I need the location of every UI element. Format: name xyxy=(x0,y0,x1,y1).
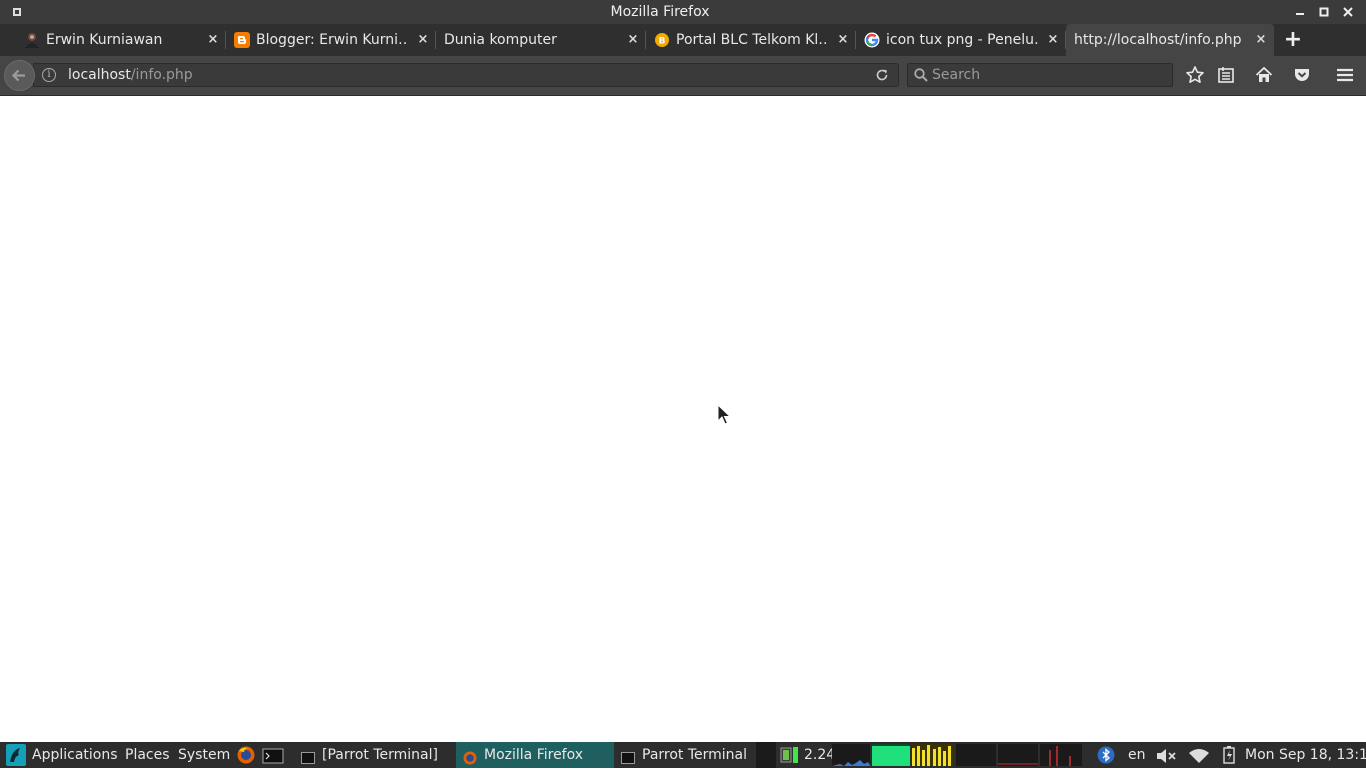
bottom-panel: Applications Places System [Parrot Termi… xyxy=(0,742,1366,768)
minimize-icon[interactable] xyxy=(1289,2,1311,22)
blogger-icon xyxy=(234,32,250,48)
terminal-icon xyxy=(301,748,315,764)
url-path: /info.php xyxy=(130,67,193,83)
menu-hamburger-icon[interactable] xyxy=(1335,65,1355,85)
close-tab-icon[interactable]: × xyxy=(416,32,430,48)
tab-label: Blogger: Erwin Kurni… xyxy=(256,32,406,48)
terminal-launcher-icon[interactable] xyxy=(262,747,284,764)
tab-label: Dunia komputer xyxy=(444,32,557,48)
tab-blogger[interactable]: Blogger: Erwin Kurni… × xyxy=(226,24,436,56)
taskbar-window-label: Parrot Terminal xyxy=(642,747,748,763)
tab-label: Erwin Kurniawan xyxy=(46,32,163,48)
taskbar-window-label: Mozilla Firefox xyxy=(484,747,584,763)
firefox-icon xyxy=(463,748,477,765)
tab-google-search[interactable]: icon tux png - Penelu… × xyxy=(856,24,1066,56)
network-graph xyxy=(912,744,954,766)
close-tab-icon[interactable]: × xyxy=(1046,32,1060,48)
close-window-icon[interactable] xyxy=(1337,2,1359,22)
tab-label: icon tux png - Penelu… xyxy=(886,32,1038,48)
maximize-icon[interactable] xyxy=(1313,2,1335,22)
taskbar-window-firefox[interactable]: Mozilla Firefox xyxy=(456,742,614,768)
back-button[interactable] xyxy=(4,60,35,91)
clock[interactable]: Mon Sep 18, 13:17 xyxy=(1245,742,1366,768)
places-menu[interactable]: Places xyxy=(125,742,170,768)
taskbar-window-label: [Parrot Terminal] xyxy=(322,747,438,763)
google-icon xyxy=(864,32,880,48)
firefox-launcher-icon[interactable] xyxy=(236,746,256,764)
page-content[interactable] xyxy=(0,96,1366,742)
close-tab-icon[interactable]: × xyxy=(1254,32,1268,48)
arrow-left-icon xyxy=(11,69,25,82)
parrot-logo-icon[interactable] xyxy=(4,742,28,768)
new-tab-button[interactable]: + xyxy=(1282,28,1304,52)
svg-text:B: B xyxy=(659,37,666,47)
tab-label: http://localhost/info.php xyxy=(1074,32,1242,48)
search-icon xyxy=(913,67,929,83)
pocket-icon[interactable] xyxy=(1292,65,1312,85)
load-graph xyxy=(998,744,1038,766)
battery-charging-icon[interactable] xyxy=(1222,746,1236,764)
keyboard-layout[interactable]: en xyxy=(1128,742,1146,768)
cpu-freq-icon xyxy=(780,746,800,764)
window-titlebar: Mozilla Firefox xyxy=(0,0,1366,24)
close-tab-icon[interactable]: × xyxy=(206,32,220,48)
cpu-frequency: 2.24 xyxy=(804,747,836,763)
tab-localhost-info[interactable]: http://localhost/info.php × xyxy=(1066,24,1274,56)
site-info-icon[interactable] xyxy=(42,68,56,82)
mouse-cursor-icon xyxy=(717,404,731,425)
search-input[interactable] xyxy=(932,66,1162,84)
memory-graph xyxy=(872,744,910,766)
close-tab-icon[interactable]: × xyxy=(836,32,850,48)
swap-graph xyxy=(956,744,996,766)
address-bar[interactable]: localhost/info.php xyxy=(33,63,899,87)
avatar-icon xyxy=(24,32,40,48)
bookmark-star-icon[interactable] xyxy=(1185,65,1205,85)
volume-muted-icon[interactable] xyxy=(1156,747,1178,763)
tab-dunia-komputer[interactable]: Dunia komputer × xyxy=(436,24,646,56)
system-menu[interactable]: System xyxy=(178,742,230,768)
tab-label: Portal BLC Telkom Kl… xyxy=(676,32,826,48)
disk-graph xyxy=(1040,744,1082,766)
home-icon[interactable] xyxy=(1254,65,1274,85)
terminal-icon xyxy=(621,748,635,764)
search-bar[interactable] xyxy=(907,63,1173,87)
reload-icon[interactable] xyxy=(874,67,890,83)
bluetooth-icon[interactable] xyxy=(1097,746,1115,764)
bitcoin-icon: B xyxy=(654,32,670,48)
panel-separator xyxy=(756,742,776,768)
navigation-toolbar: localhost/info.php xyxy=(0,56,1366,96)
tab-erwin-kurniawan[interactable]: Erwin Kurniawan × xyxy=(16,24,226,56)
taskbar-window-parrot-terminal-1[interactable]: [Parrot Terminal] xyxy=(294,742,444,768)
taskbar-window-parrot-terminal-2[interactable]: Parrot Terminal xyxy=(614,742,748,768)
cpu-graph xyxy=(832,744,870,766)
tab-strip: Erwin Kurniawan × Blogger: Erwin Kurni… … xyxy=(0,24,1366,56)
applications-menu[interactable]: Applications xyxy=(32,742,118,768)
wifi-icon[interactable] xyxy=(1188,747,1210,763)
close-tab-icon[interactable]: × xyxy=(626,32,640,48)
window-title: Mozilla Firefox xyxy=(610,4,710,20)
url-host: localhost xyxy=(68,67,131,83)
url-text[interactable]: localhost/info.php xyxy=(68,67,193,83)
bookmarks-list-icon[interactable] xyxy=(1216,65,1236,85)
tab-portal-blc[interactable]: B Portal BLC Telkom Kl… × xyxy=(646,24,856,56)
